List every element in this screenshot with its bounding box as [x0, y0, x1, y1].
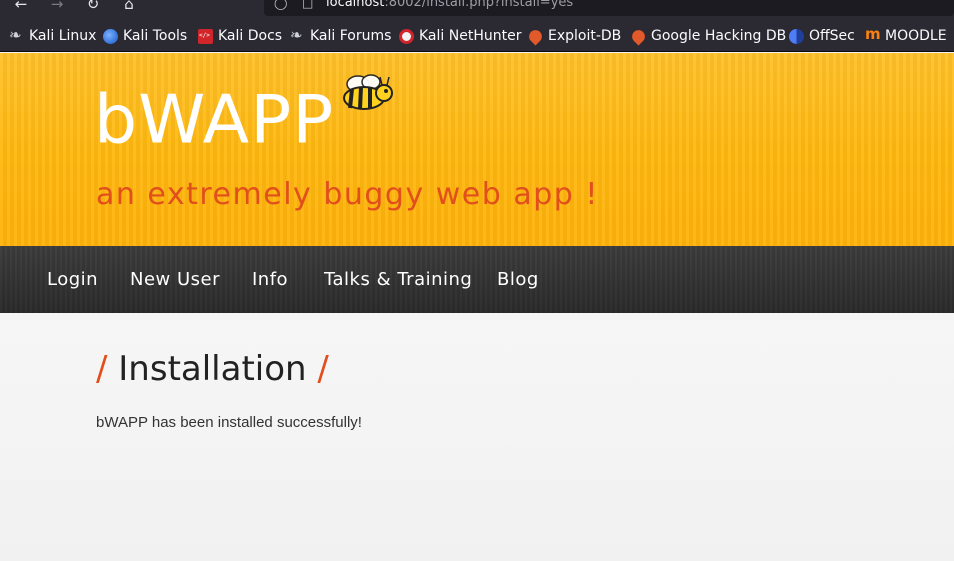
bee-icon	[343, 74, 393, 110]
bookmark-label: Google Hacking DB	[651, 28, 787, 44]
kali-docs-icon	[198, 28, 213, 44]
title-slash-left: /	[96, 349, 108, 389]
bookmark-label: Exploit-DB	[548, 28, 622, 44]
forward-arrow-icon[interactable]: →	[46, 0, 68, 14]
install-success-message: bWAPP has been installed successfully!	[96, 414, 362, 431]
bookmark-label: Kali Tools	[123, 28, 188, 44]
menu-item-blog[interactable]: Blog	[497, 268, 539, 292]
bookmark-label: Kali Linux	[29, 28, 97, 44]
site-tagline: an extremely buggy web app !	[96, 177, 599, 212]
menu-item-talks-training[interactable]: Talks & Training	[324, 268, 472, 292]
exploit-db-icon	[526, 26, 545, 46]
home-icon[interactable]: ⌂	[118, 0, 140, 14]
page-title: / Installation /	[96, 349, 329, 389]
menu-item-login[interactable]: Login	[47, 268, 98, 292]
main-menu: Login New User Info Talks & Training Blo…	[0, 246, 954, 313]
shield-icon[interactable]: ◯	[274, 0, 287, 9]
bookmark-kali-nethunter[interactable]: Kali NetHunter	[399, 27, 521, 45]
back-arrow-icon[interactable]: ←	[10, 0, 32, 14]
page-info-icon[interactable]: □	[302, 0, 313, 9]
url-host: localhost	[326, 0, 385, 10]
bookmark-label: OffSec	[809, 28, 855, 44]
url-path: :8002/install.php?install=yes	[384, 0, 574, 10]
kali-dragon-icon	[9, 26, 24, 44]
address-bar[interactable]: ◯ □ localhost:8002/install.php?install=y…	[264, 0, 954, 16]
site-logo: bWAPP	[94, 81, 335, 160]
offsec-icon	[789, 28, 804, 44]
main-content: / Installation / bWAPP has been installe…	[0, 313, 954, 561]
bookmark-label: Kali Docs	[218, 28, 283, 44]
kali-dragon-icon	[290, 26, 305, 44]
bookmark-label: Kali Forums	[310, 28, 392, 44]
moodle-icon	[865, 25, 881, 44]
menu-item-new-user[interactable]: New User	[130, 268, 220, 292]
bookmark-offsec[interactable]: OffSec	[789, 27, 855, 45]
bookmark-google-hacking-db[interactable]: Google Hacking DB	[629, 26, 787, 46]
bookmark-kali-tools[interactable]: Kali Tools	[103, 27, 187, 45]
browser-toolbar: ← → ↻ ⌂ ◯ □ localhost:8002/install.php?i…	[0, 0, 954, 18]
bookmark-kali-forums[interactable]: Kali Forums	[290, 26, 392, 45]
menu-item-info[interactable]: Info	[252, 268, 288, 292]
bookmark-kali-linux[interactable]: Kali Linux	[9, 26, 97, 45]
bookmark-moodle[interactable]: MOODLE	[865, 25, 947, 45]
title-slash-right: /	[317, 349, 329, 389]
url-text[interactable]: localhost:8002/install.php?install=yes	[326, 0, 573, 10]
bookmark-kali-docs[interactable]: Kali Docs	[198, 27, 282, 45]
page-title-text: Installation	[118, 349, 307, 389]
site-header: bWAPP an extremely buggy web app !	[0, 53, 954, 246]
bookmark-exploit-db[interactable]: Exploit-DB	[526, 26, 622, 46]
nethunter-icon	[399, 28, 414, 44]
ghdb-icon	[629, 26, 648, 46]
reload-icon[interactable]: ↻	[82, 0, 104, 14]
bookmarks-toolbar: Kali Linux Kali Tools Kali Docs Kali For…	[0, 18, 954, 52]
kali-tools-icon	[103, 28, 118, 44]
bookmark-label: Kali NetHunter	[419, 28, 522, 44]
bookmark-label: MOODLE	[885, 28, 947, 44]
